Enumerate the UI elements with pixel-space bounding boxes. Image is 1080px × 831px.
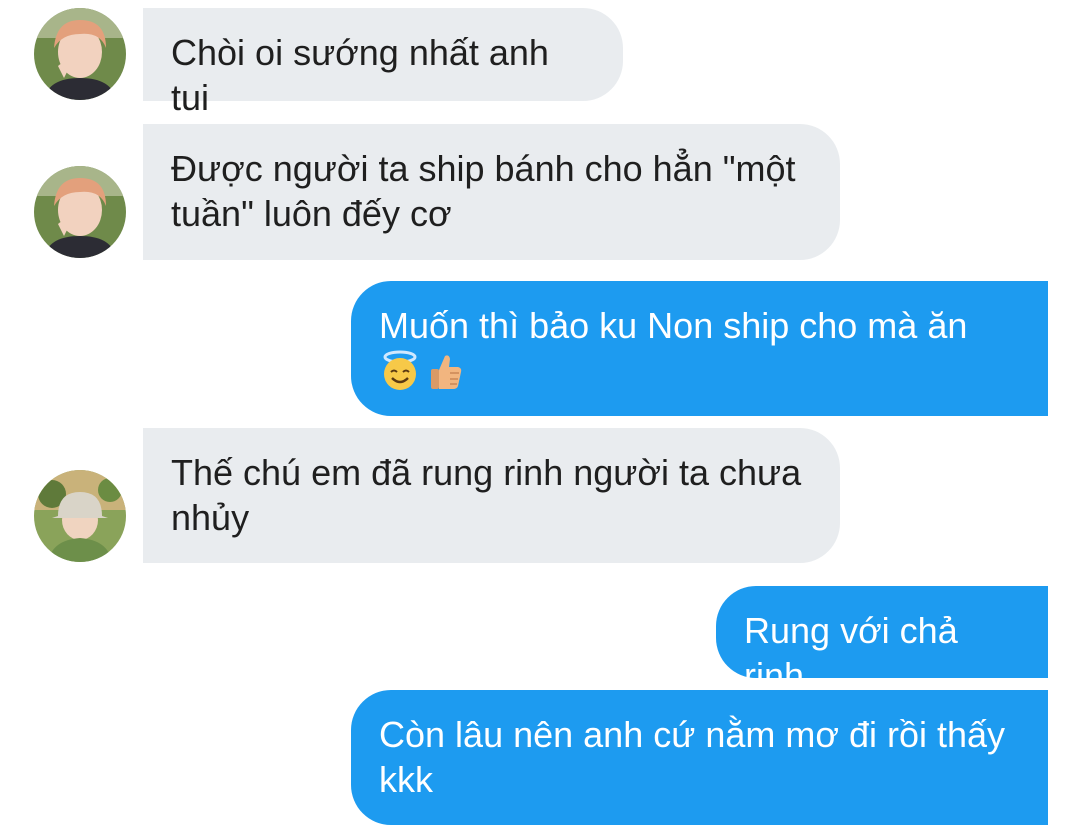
sender-avatar[interactable]	[34, 166, 126, 258]
message-bubble-incoming[interactable]: Thế chú em đã rung rinh người ta chưa nh…	[143, 428, 840, 563]
message-text: Rung với chả rinh	[744, 610, 958, 696]
avatar-photo-blond-person	[34, 8, 126, 100]
message-text: Còn lâu nên anh cứ nằm mơ đi rồi thấy kk…	[379, 714, 1006, 800]
message-bubble-incoming[interactable]: Được người ta ship bánh cho hẳn "một tuầ…	[143, 124, 840, 260]
sender-avatar[interactable]	[34, 8, 126, 100]
emoji-row	[379, 350, 1020, 392]
message-text: Chòi oi sướng nhất anh tui	[171, 32, 549, 118]
message-bubble-outgoing[interactable]: Rung với chả rinh	[716, 586, 1048, 696]
message-bubble-incoming[interactable]: Chòi oi sướng nhất anh tui	[143, 8, 623, 118]
smiling-face-with-halo-icon	[383, 350, 417, 390]
message-bubble-outgoing[interactable]: Muốn thì bảo ku Non ship cho mà ăn	[351, 281, 1048, 416]
sender-avatar[interactable]	[34, 470, 126, 562]
message-text: Thế chú em đã rung rinh người ta chưa nh…	[171, 452, 802, 538]
message-text: Muốn thì bảo ku Non ship cho mà ăn	[379, 305, 968, 346]
avatar-photo-blond-person	[34, 166, 126, 258]
thumbs-up-icon	[431, 355, 462, 389]
message-bubble-outgoing[interactable]: Còn lâu nên anh cứ nằm mơ đi rồi thấy kk…	[351, 690, 1048, 825]
avatar-photo-person-with-hat	[34, 470, 126, 562]
message-text: Được người ta ship bánh cho hẳn "một tuầ…	[171, 148, 796, 234]
